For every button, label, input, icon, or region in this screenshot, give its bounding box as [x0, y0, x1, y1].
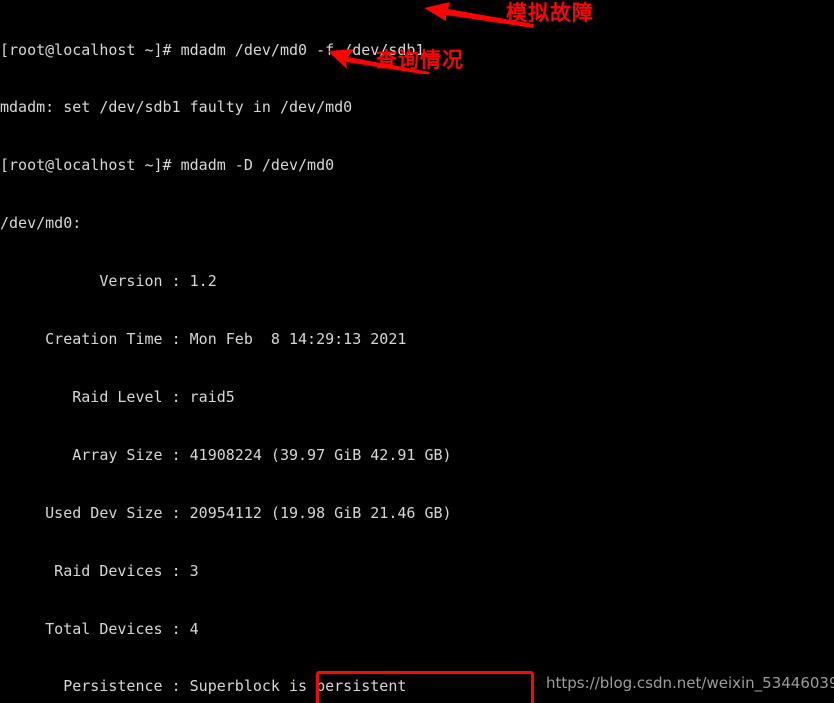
- terminal-output[interactable]: [root@localhost ~]# mdadm /dev/md0 -f /d…: [0, 0, 834, 703]
- annotation-label-simulate-failure: 模拟故障: [506, 1, 594, 25]
- terminal-line: Array Size : 41908224 (39.97 GiB 42.91 G…: [0, 445, 452, 464]
- terminal-line: Creation Time : Mon Feb 8 14:29:13 2021: [0, 330, 407, 349]
- terminal-line: Total Devices : 4: [0, 619, 199, 638]
- terminal-window: [root@localhost ~]# mdadm /dev/md0 -f /d…: [0, 0, 834, 703]
- watermark: https://blog.csdn.net/weixin_53446039: [546, 674, 834, 692]
- terminal-line: Version : 1.2: [0, 272, 217, 291]
- terminal-line: Used Dev Size : 20954112 (19.98 GiB 21.4…: [0, 503, 452, 522]
- terminal-line: [root@localhost ~]# mdadm -D /dev/md0: [0, 156, 335, 175]
- terminal-line: Raid Level : raid5: [0, 387, 235, 406]
- faulty-device-highlight-box: [316, 671, 534, 703]
- terminal-line: /dev/md0:: [0, 214, 82, 233]
- annotation-label-query-status: 查询情况: [376, 48, 464, 72]
- terminal-line: mdadm: set /dev/sdb1 faulty in /dev/md0: [0, 98, 353, 117]
- terminal-line: Raid Devices : 3: [0, 561, 199, 580]
